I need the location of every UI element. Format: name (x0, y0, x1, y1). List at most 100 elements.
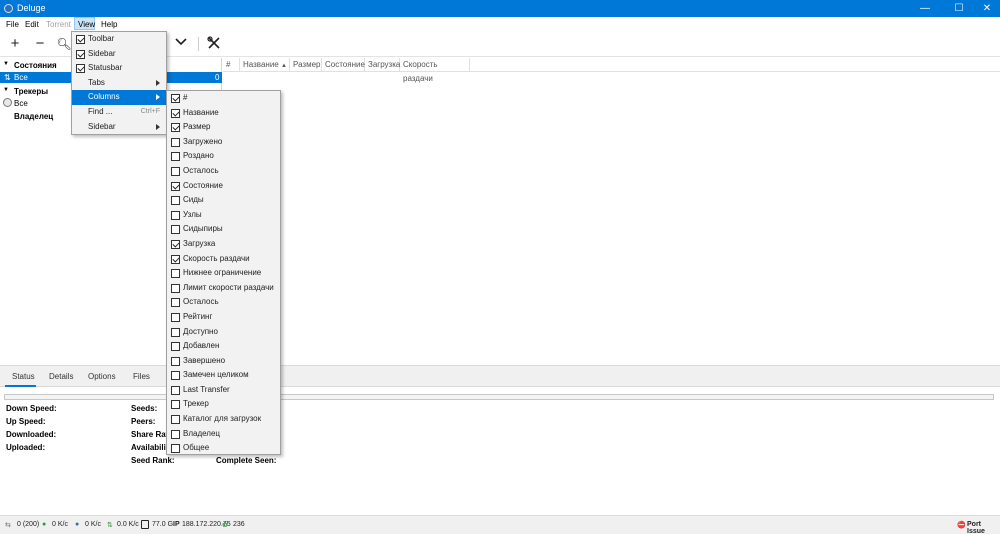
column-header-upload-speed[interactable]: Скорость раздачи (400, 58, 470, 83)
columns-menu-item-label: Лимит скорости раздачи (183, 282, 274, 292)
columns-menu-item[interactable]: Добавлен (167, 339, 280, 354)
uploaded-label: Uploaded: (6, 443, 46, 452)
columns-menu-item[interactable]: Доступно (167, 325, 280, 340)
columns-menu-item[interactable]: Название (167, 106, 280, 121)
disk-space-icon (141, 520, 149, 529)
columns-menu-item-label: Название (183, 107, 219, 117)
view-menu-item-find[interactable]: Find ... Ctrl+F (72, 105, 166, 120)
search-icon[interactable]: 🔍︎ (56, 36, 72, 52)
maximize-button[interactable]: ☐ (944, 0, 974, 17)
close-button[interactable]: ✕ (972, 0, 1000, 17)
columns-menu-item[interactable]: Скорость раздачи (167, 252, 280, 267)
columns-menu-item[interactable]: Лимит скорости раздачи (167, 281, 280, 296)
port-issue-label[interactable]: Port Issue (967, 521, 1000, 535)
dht-icon: ✿ (222, 522, 228, 529)
submenu-arrow-icon (156, 123, 160, 130)
checkbox-checked-icon (171, 254, 180, 264)
columns-menu-item[interactable]: Общее (167, 441, 280, 456)
column-header-name[interactable]: Название ▲ (240, 58, 290, 72)
column-name-label: Название (243, 60, 279, 69)
sidebar-trackers-header[interactable]: Трекеры (14, 87, 48, 96)
column-header-number[interactable]: # (223, 58, 240, 72)
collapse-states-icon[interactable]: ▼ (3, 61, 9, 67)
columns-menu-item[interactable]: Трекер (167, 397, 280, 412)
view-menu-item-sidebar-submenu[interactable]: Sidebar (72, 120, 166, 135)
columns-menu-item[interactable]: Каталог для загрузок (167, 412, 280, 427)
upload-speed-value[interactable]: 0 K/c (85, 521, 101, 528)
columns-menu-item[interactable]: Узлы (167, 208, 280, 223)
find-shortcut: Ctrl+F (140, 107, 160, 115)
all-states-icon: ⇅ (4, 73, 11, 82)
columns-menu-item[interactable]: Сидыпиры (167, 222, 280, 237)
protocol-traffic-value[interactable]: 0.0 K/c (117, 521, 139, 528)
columns-menu-item[interactable]: Замечен целиком (167, 368, 280, 383)
add-torrent-icon[interactable]: + (7, 36, 23, 52)
up-speed-label: Up Speed: (6, 417, 46, 426)
collapse-trackers-icon[interactable]: ▼ (3, 87, 9, 93)
menu-help[interactable]: Help (100, 20, 118, 29)
columns-menu-item[interactable]: Осталось (167, 164, 280, 179)
details-panel (0, 365, 1000, 515)
columns-menu-item-label: Сидыпиры (183, 224, 223, 234)
column-header-state[interactable]: Состояние (322, 58, 365, 72)
menu-file[interactable]: File (5, 20, 20, 29)
column-header-size[interactable]: Размер (290, 58, 322, 72)
columns-menu-item[interactable]: Осталось (167, 295, 280, 310)
tab-options[interactable]: Options (88, 372, 116, 381)
preferences-icon[interactable] (206, 36, 222, 52)
port-issue-icon: ⛔ (957, 522, 966, 529)
connections-value[interactable]: 0 (200) (17, 521, 39, 528)
columns-menu-item[interactable]: Состояние (167, 179, 280, 194)
disk-space-value[interactable]: 77.0 G (152, 521, 173, 528)
tab-status[interactable]: Status (12, 372, 35, 381)
upload-speed-icon: ● (75, 521, 80, 528)
columns-menu-item-label: Размер (183, 122, 211, 132)
checkbox-checked-icon (76, 49, 85, 59)
sidebar-trackers-all[interactable]: Все (14, 99, 28, 108)
columns-menu-item-label: Добавлен (183, 341, 220, 351)
view-menu-item-sidebar[interactable]: Sidebar (72, 47, 166, 62)
view-menu-item-toolbar[interactable]: Toolbar (72, 32, 166, 47)
menu-view[interactable]: View (77, 20, 96, 29)
sidebar-all-count: 0 (215, 73, 220, 82)
columns-menu-item[interactable]: Завершено (167, 354, 280, 369)
menu-bar (0, 17, 1000, 30)
columns-menu-item[interactable]: Владелец (167, 427, 280, 442)
columns-menu-item[interactable]: Роздано (167, 149, 280, 164)
checkbox-unchecked-icon (171, 385, 180, 395)
columns-menu-item[interactable]: Рейтинг (167, 310, 280, 325)
down-speed-label: Down Speed: (6, 404, 57, 413)
tab-files[interactable]: Files (133, 372, 150, 381)
sidebar-states-header[interactable]: Состояния (14, 61, 57, 70)
sidebar-owner-header[interactable]: Владелец (14, 112, 53, 121)
columns-menu-item[interactable]: Last Transfer (167, 383, 280, 398)
toolbar-separator (198, 37, 199, 51)
minimize-button[interactable]: — (910, 0, 940, 17)
columns-menu-item[interactable]: # (167, 91, 280, 106)
columns-menu-item[interactable]: Сиды (167, 193, 280, 208)
checkbox-unchecked-icon (171, 415, 180, 425)
checkbox-unchecked-icon (171, 429, 180, 439)
complete-seen-label: Complete Seen: (216, 456, 277, 465)
tab-details[interactable]: Details (49, 372, 73, 381)
chevron-down-icon[interactable] (173, 36, 189, 52)
menu-torrent[interactable]: Torrent (45, 20, 72, 29)
remove-torrent-icon[interactable]: − (32, 36, 48, 52)
columns-menu-item-label: Загружено (183, 136, 223, 146)
columns-menu-item[interactable]: Нижнее ограничение (167, 266, 280, 281)
columns-menu-item[interactable]: Загрузка (167, 237, 280, 252)
view-menu-item-tabs[interactable]: Tabs (72, 76, 166, 91)
columns-menu-item[interactable]: Размер (167, 120, 280, 135)
checkbox-checked-icon (171, 108, 180, 118)
dht-nodes-value[interactable]: 236 (233, 521, 245, 528)
download-speed-icon: ● (42, 521, 47, 528)
column-header-download[interactable]: Загрузка (365, 58, 400, 72)
columns-menu-item[interactable]: Загружено (167, 135, 280, 150)
download-speed-value[interactable]: 0 K/c (52, 521, 68, 528)
seeds-label: Seeds: (131, 404, 158, 413)
checkbox-unchecked-icon (171, 371, 180, 381)
view-menu-item-statusbar[interactable]: Statusbar (72, 61, 166, 76)
view-menu-item-columns[interactable]: Columns (72, 90, 166, 105)
torrent-list-header: # Название ▲ Размер Состояние Загрузка С… (223, 58, 1000, 83)
menu-edit[interactable]: Edit (24, 20, 40, 29)
